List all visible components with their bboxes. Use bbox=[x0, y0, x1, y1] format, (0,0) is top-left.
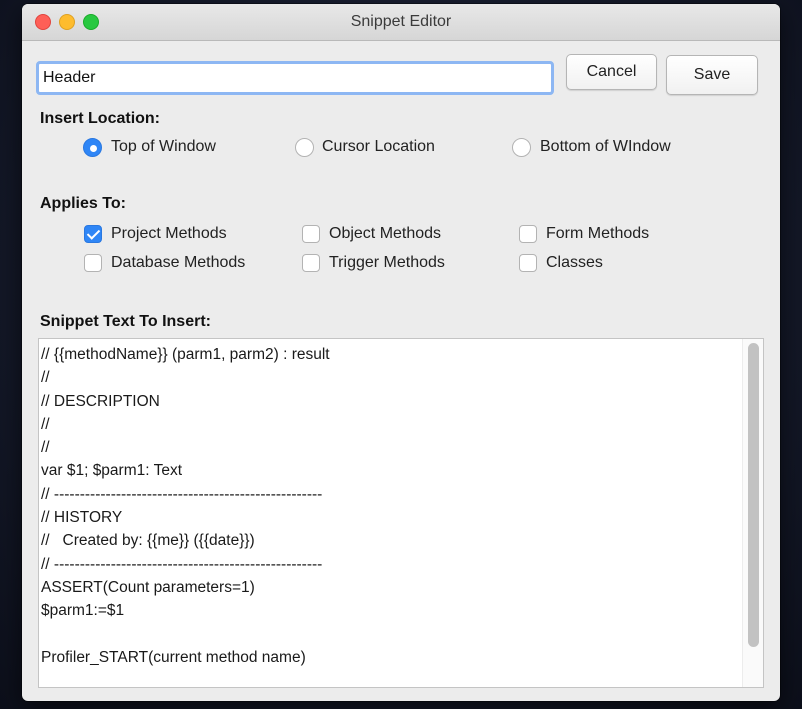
checkbox-form-methods-label[interactable]: Form Methods bbox=[546, 225, 649, 243]
insert-location-label: Insert Location: bbox=[40, 110, 161, 127]
radio-top-of-window[interactable] bbox=[83, 138, 102, 157]
snippet-text-content[interactable]: // {{methodName}} (parm1, parm2) : resul… bbox=[41, 343, 330, 669]
snippet-editor-window: Snippet Editor Cancel Save Insert Locati… bbox=[22, 4, 780, 701]
radio-bottom-of-window-label[interactable]: Bottom of WIndow bbox=[540, 138, 671, 156]
checkbox-trigger-methods-label[interactable]: Trigger Methods bbox=[329, 254, 445, 272]
radio-bottom-of-window[interactable] bbox=[512, 138, 531, 157]
checkbox-classes[interactable] bbox=[519, 254, 537, 272]
checkbox-database-methods[interactable] bbox=[84, 254, 102, 272]
cancel-button[interactable]: Cancel bbox=[566, 54, 657, 90]
checkbox-database-methods-label[interactable]: Database Methods bbox=[111, 254, 245, 272]
snippet-text-label: Snippet Text To Insert: bbox=[40, 313, 211, 330]
save-button[interactable]: Save bbox=[666, 55, 758, 95]
radio-cursor-location[interactable] bbox=[295, 138, 314, 157]
checkbox-classes-label[interactable]: Classes bbox=[546, 254, 603, 272]
radio-cursor-location-label[interactable]: Cursor Location bbox=[322, 138, 435, 156]
snippet-name-input[interactable] bbox=[36, 61, 554, 95]
snippet-text-area[interactable]: // {{methodName}} (parm1, parm2) : resul… bbox=[38, 338, 764, 688]
checkbox-object-methods[interactable] bbox=[302, 225, 320, 243]
checkbox-project-methods[interactable] bbox=[84, 225, 102, 243]
radio-top-of-window-label[interactable]: Top of Window bbox=[111, 138, 216, 156]
checkbox-trigger-methods[interactable] bbox=[302, 254, 320, 272]
window-title: Snippet Editor bbox=[350, 13, 452, 30]
applies-to-label: Applies To: bbox=[40, 195, 126, 212]
snippet-scrollbar[interactable] bbox=[742, 339, 763, 687]
checkbox-object-methods-label[interactable]: Object Methods bbox=[329, 225, 441, 243]
title-bar: Snippet Editor bbox=[22, 4, 780, 41]
checkbox-form-methods[interactable] bbox=[519, 225, 537, 243]
checkbox-project-methods-label[interactable]: Project Methods bbox=[111, 225, 227, 243]
snippet-scrollbar-thumb[interactable] bbox=[748, 343, 759, 647]
